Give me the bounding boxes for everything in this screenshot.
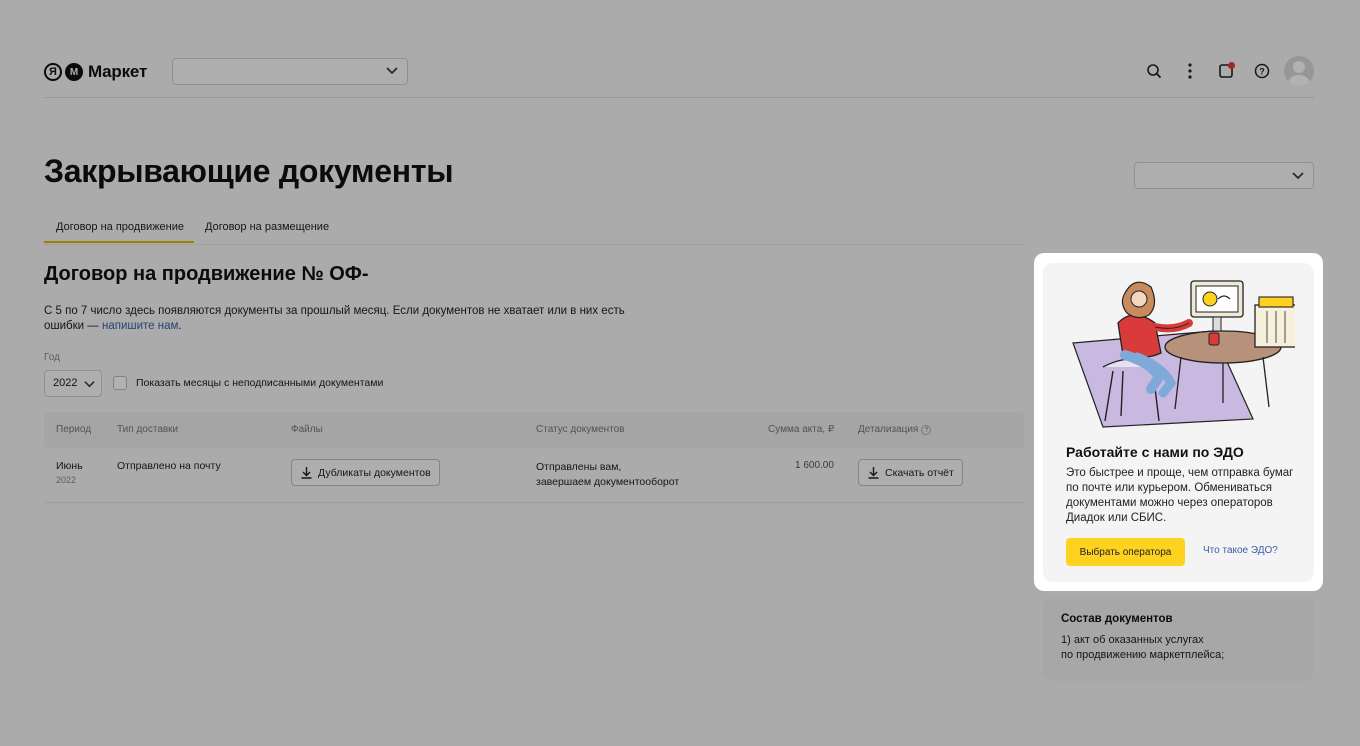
chevron-down-icon bbox=[84, 381, 95, 388]
download-duplicates-button[interactable]: Дубликаты документов bbox=[291, 459, 440, 486]
docs-item-line2: по продвижению маркетплейса; bbox=[1061, 649, 1225, 661]
edo-promo-card: Работайте с нами по ЭДО Это быстрее и пр… bbox=[1043, 263, 1314, 582]
header-actions: ? bbox=[1136, 56, 1314, 86]
page: Я M Маркет ? Закрывающие документы Догов… bbox=[0, 0, 1360, 746]
row-period: Июнь 2022 bbox=[56, 460, 83, 485]
top-header: Я M Маркет ? bbox=[44, 56, 1314, 98]
notifications-icon[interactable] bbox=[1208, 56, 1244, 86]
row-status-line1: Отправлены вам, bbox=[536, 461, 622, 473]
docs-title: Состав документов bbox=[1061, 613, 1173, 625]
tab-promotion-contract[interactable]: Договор на продвижение bbox=[44, 221, 194, 243]
notification-dot bbox=[1228, 62, 1235, 69]
col-files: Файлы bbox=[291, 424, 323, 435]
woman-at-computer-illustration bbox=[1072, 280, 1295, 428]
documents-table: Период Тип доставки Файлы Статус докумен… bbox=[44, 412, 1024, 503]
docs-item-line1: 1) акт об оказанных услугах bbox=[1061, 634, 1204, 646]
table-row: Июнь 2022 Отправлено на почту Дубликаты … bbox=[44, 448, 1024, 503]
download-report-label: Скачать отчёт bbox=[885, 466, 954, 479]
col-details: Детализация? bbox=[858, 424, 932, 435]
col-status: Статус документов bbox=[536, 424, 625, 435]
row-delivery: Отправлено на почту bbox=[117, 460, 221, 472]
promo-text: Это быстрее и проще, чем отправка бумаг … bbox=[1066, 467, 1294, 524]
download-report-button[interactable]: Скачать отчёт bbox=[858, 459, 963, 486]
write-us-link[interactable]: напишите нам bbox=[102, 320, 178, 332]
col-details-label: Детализация bbox=[858, 424, 919, 435]
documents-composition-card: Состав документов 1) акт об оказанных ус… bbox=[1043, 597, 1314, 681]
row-status: Отправлены вам, завершаем документооборо… bbox=[536, 460, 679, 490]
yandex-market-logo[interactable]: Я M Маркет bbox=[44, 62, 147, 82]
chevron-down-icon bbox=[1292, 172, 1304, 180]
description-end: . bbox=[178, 320, 182, 332]
shop-select[interactable] bbox=[172, 58, 408, 85]
download-icon bbox=[301, 467, 312, 479]
row-year: 2022 bbox=[56, 475, 77, 485]
table-header: Период Тип доставки Файлы Статус докумен… bbox=[44, 412, 1024, 448]
choose-operator-button[interactable]: Выбрать оператора bbox=[1066, 538, 1185, 566]
download-duplicates-label: Дубликаты документов bbox=[318, 466, 431, 479]
chevron-down-icon bbox=[386, 67, 398, 75]
period-select[interactable] bbox=[1134, 162, 1314, 189]
yandex-logo-icon: Я bbox=[44, 63, 62, 81]
user-avatar[interactable] bbox=[1284, 56, 1314, 86]
help-icon[interactable]: ? bbox=[1244, 56, 1280, 86]
year-select-value: 2022 bbox=[53, 377, 78, 389]
market-logo-icon: M bbox=[65, 63, 83, 81]
unsigned-months-checkbox[interactable] bbox=[113, 376, 127, 390]
row-sum: 1 600.00 bbox=[795, 460, 834, 471]
svg-text:?: ? bbox=[1259, 67, 1265, 77]
tab-placement-contract[interactable]: Договор на размещение bbox=[205, 221, 329, 241]
more-vertical-icon[interactable] bbox=[1172, 56, 1208, 86]
unsigned-months-label: Показать месяцы с неподписанными докумен… bbox=[136, 377, 384, 389]
contract-description: С 5 по 7 число здесь появляются документ… bbox=[44, 304, 644, 334]
edo-promo-highlight: Работайте с нами по ЭДО Это быстрее и пр… bbox=[1034, 253, 1323, 591]
docs-list: 1) акт об оказанных услугах по продвижен… bbox=[1061, 633, 1291, 663]
col-period: Период bbox=[56, 424, 92, 435]
download-icon bbox=[868, 467, 879, 479]
row-month: Июнь bbox=[56, 460, 83, 472]
promo-title: Работайте с нами по ЭДО bbox=[1066, 444, 1244, 460]
col-sum: Сумма акта, ₽ bbox=[768, 424, 835, 435]
year-label: Год bbox=[44, 352, 60, 363]
row-status-line2: завершаем документооборот bbox=[536, 476, 680, 488]
col-delivery: Тип доставки bbox=[117, 424, 179, 435]
page-title: Закрывающие документы bbox=[44, 153, 454, 189]
contract-title: Договор на продвижение № ОФ- bbox=[44, 263, 369, 285]
what-is-edo-link[interactable]: Что такое ЭДО? bbox=[1203, 545, 1278, 556]
logo-text: Маркет bbox=[88, 62, 148, 81]
info-icon[interactable]: ? bbox=[921, 425, 932, 435]
year-select[interactable]: 2022 bbox=[44, 370, 102, 397]
contract-tabs: Договор на продвижение Договор на размещ… bbox=[44, 212, 1024, 245]
search-icon[interactable] bbox=[1136, 56, 1172, 86]
